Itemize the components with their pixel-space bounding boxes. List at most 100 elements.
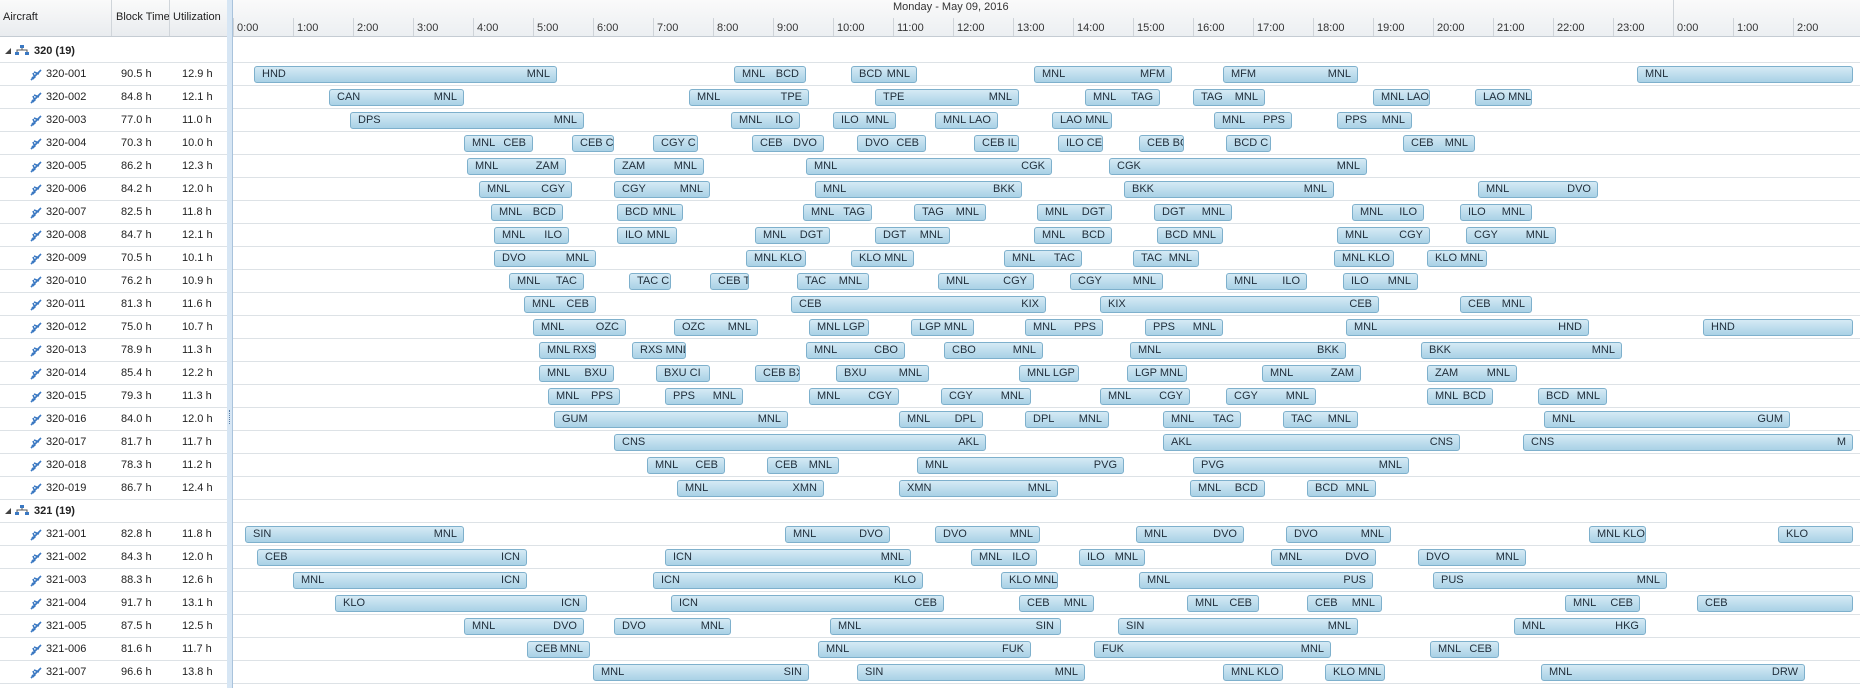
splitter-grip-icon[interactable]: [229, 410, 231, 424]
flight-bar[interactable]: ILO MNL: [1343, 273, 1418, 290]
flight-bar[interactable]: ILO MNL: [1079, 549, 1145, 566]
flight-bar[interactable]: MNL CEB: [524, 296, 596, 313]
flight-bar[interactable]: CEB MNL: [767, 457, 839, 474]
aircraft-row[interactable]: 321-005 87.5 h 12.5 h: [0, 615, 227, 638]
flight-bar[interactable]: MNL DVO: [464, 618, 584, 635]
flight-bar[interactable]: ILO MNL: [833, 112, 896, 129]
flight-bar[interactable]: DGT MNL: [875, 227, 950, 244]
flight-bar[interactable]: BXU CI: [656, 365, 710, 382]
flight-bar[interactable]: GUM MNL: [554, 411, 788, 428]
flight-bar[interactable]: MNL CGY: [479, 181, 572, 198]
flight-bar[interactable]: MNL LGP: [809, 319, 869, 336]
flight-bar[interactable]: ILO MNL: [1460, 204, 1532, 221]
flight-bar[interactable]: SIN MNL: [245, 526, 464, 543]
flight-bar[interactable]: MNL HND: [1346, 319, 1589, 336]
aircraft-row[interactable]: 321-007 96.6 h 13.8 h: [0, 661, 227, 684]
flight-bar[interactable]: CEB MNL: [1460, 296, 1532, 313]
flight-bar[interactable]: DVO MNL: [1286, 526, 1391, 543]
aircraft-row[interactable]: 320-013 78.9 h 11.3 h: [0, 339, 227, 362]
aircraft-row[interactable]: 320-006 84.2 h 12.0 h: [0, 178, 227, 201]
flight-bar[interactable]: LAO MNL: [1052, 112, 1112, 129]
aircraft-row[interactable]: 321-002 84.3 h 12.0 h: [0, 546, 227, 569]
flight-bar[interactable]: MNL BCD: [1034, 227, 1112, 244]
flight-bar[interactable]: BKK MNL: [1124, 181, 1334, 198]
flight-bar[interactable]: CGY MNL: [1466, 227, 1556, 244]
aircraft-row[interactable]: 321-001 82.8 h 11.8 h: [0, 523, 227, 546]
aircraft-row[interactable]: 320-008 84.7 h 12.1 h: [0, 224, 227, 247]
flight-bar[interactable]: MNL MFM: [1034, 66, 1172, 83]
flight-bar[interactable]: MNL GUM: [1544, 411, 1790, 428]
flight-bar[interactable]: DVO CEB: [857, 135, 926, 152]
flight-bar[interactable]: MNL ILO: [494, 227, 569, 244]
flight-bar[interactable]: CNS M: [1523, 434, 1853, 451]
flight-bar[interactable]: LGP MNL: [1127, 365, 1187, 382]
flight-bar[interactable]: MNL ILO: [1226, 273, 1307, 290]
flight-bar[interactable]: SIN MNL: [857, 664, 1085, 681]
flight-bar[interactable]: MNL LAO: [1373, 89, 1430, 106]
aircraft-row[interactable]: 320-001 90.5 h 12.9 h: [0, 63, 227, 86]
flight-bar[interactable]: KLO: [1778, 526, 1853, 543]
flight-bar[interactable]: PPS MNL: [665, 388, 743, 405]
flight-bar[interactable]: MNL TAG: [1085, 89, 1160, 106]
flight-bar[interactable]: DPS MNL: [350, 112, 584, 129]
flight-bar[interactable]: DPL MNL: [1025, 411, 1109, 428]
tree-expander-icon[interactable]: [4, 47, 12, 55]
flight-bar[interactable]: BXU MNL: [836, 365, 929, 382]
flight-bar[interactable]: DVO MNL: [935, 526, 1040, 543]
flight-bar[interactable]: MNL DGT: [1037, 204, 1112, 221]
flight-bar[interactable]: TPE MNL: [875, 89, 1019, 106]
flight-bar[interactable]: MNL KLO: [1334, 250, 1394, 267]
flight-bar[interactable]: CAN MNL: [329, 89, 464, 106]
flight-bar[interactable]: MNL BKK: [1130, 342, 1346, 359]
flight-bar[interactable]: MNL BCD: [734, 66, 806, 83]
flight-bar[interactable]: MNL PUS: [1139, 572, 1373, 589]
flight-bar[interactable]: BCD MNL: [1538, 388, 1607, 405]
flight-bar[interactable]: CEB ICN: [257, 549, 527, 566]
aircraft-row[interactable]: 321-003 88.3 h 12.6 h: [0, 569, 227, 592]
flight-bar[interactable]: CEB MNL: [1019, 595, 1094, 612]
flight-bar[interactable]: HND MNL: [254, 66, 557, 83]
flight-bar[interactable]: MNL ILO: [731, 112, 800, 129]
flight-bar[interactable]: MNL TPE: [689, 89, 809, 106]
flight-bar[interactable]: MNL FUK: [818, 641, 1031, 658]
flight-bar[interactable]: MNL CEB: [1430, 641, 1499, 658]
flight-bar[interactable]: BCD MNL: [1157, 227, 1223, 244]
flight-bar[interactable]: ILO MNL: [617, 227, 677, 244]
flight-bar[interactable]: CEB KIX: [791, 296, 1046, 313]
flight-bar[interactable]: MNL TAC: [1004, 250, 1082, 267]
flight-bar[interactable]: ICN CEB: [671, 595, 944, 612]
aircraft-row[interactable]: 320-004 70.3 h 10.0 h: [0, 132, 227, 155]
flight-bar[interactable]: CEB: [1697, 595, 1853, 612]
flight-bar[interactable]: CGK MNL: [1109, 158, 1367, 175]
flight-bar[interactable]: ZAM MNL: [1427, 365, 1517, 382]
flight-bar[interactable]: MNL CGK: [806, 158, 1052, 175]
flight-bar[interactable]: KLO ICN: [335, 595, 587, 612]
flight-bar[interactable]: MNL CGY: [809, 388, 899, 405]
flight-bar[interactable]: ICN KLO: [653, 572, 923, 589]
aircraft-row[interactable]: 320-002 84.8 h 12.1 h: [0, 86, 227, 109]
flight-bar[interactable]: MNL OZC: [533, 319, 626, 336]
flight-bar[interactable]: MNL BCD: [1190, 480, 1265, 497]
flight-bar[interactable]: TAG MNL: [914, 204, 986, 221]
flight-bar[interactable]: MNL PVG: [917, 457, 1124, 474]
flight-bar[interactable]: CEB MNL: [1403, 135, 1475, 152]
flight-bar[interactable]: CEB CO: [572, 135, 614, 152]
flight-bar[interactable]: OZC MNL: [674, 319, 758, 336]
aircraft-row[interactable]: 320-009 70.5 h 10.1 h: [0, 247, 227, 270]
column-header-block-time[interactable]: Block Time: [116, 11, 170, 23]
flight-bar[interactable]: MNL LGP: [1019, 365, 1079, 382]
flight-bar[interactable]: PPS MNL: [1145, 319, 1223, 336]
flight-bar[interactable]: MNL: [1637, 66, 1853, 83]
flight-bar[interactable]: TAG MNL: [1193, 89, 1265, 106]
flight-bar[interactable]: MNL BKK: [815, 181, 1022, 198]
aircraft-row[interactable]: 320-003 77.0 h 11.0 h: [0, 109, 227, 132]
flight-bar[interactable]: CGY MNL: [614, 181, 710, 198]
flight-bar[interactable]: CBO MNL: [944, 342, 1043, 359]
flight-bar[interactable]: MNL CEB: [1565, 595, 1640, 612]
aircraft-row[interactable]: 320-018 78.3 h 11.2 h: [0, 454, 227, 477]
aircraft-row[interactable]: 320-010 76.2 h 10.9 h: [0, 270, 227, 293]
flight-bar[interactable]: DVO MNL: [494, 250, 596, 267]
flight-bar[interactable]: MNL ILO: [971, 549, 1037, 566]
flight-bar[interactable]: TAC MNL: [1283, 411, 1358, 428]
flight-bar[interactable]: ILO CE: [1058, 135, 1103, 152]
